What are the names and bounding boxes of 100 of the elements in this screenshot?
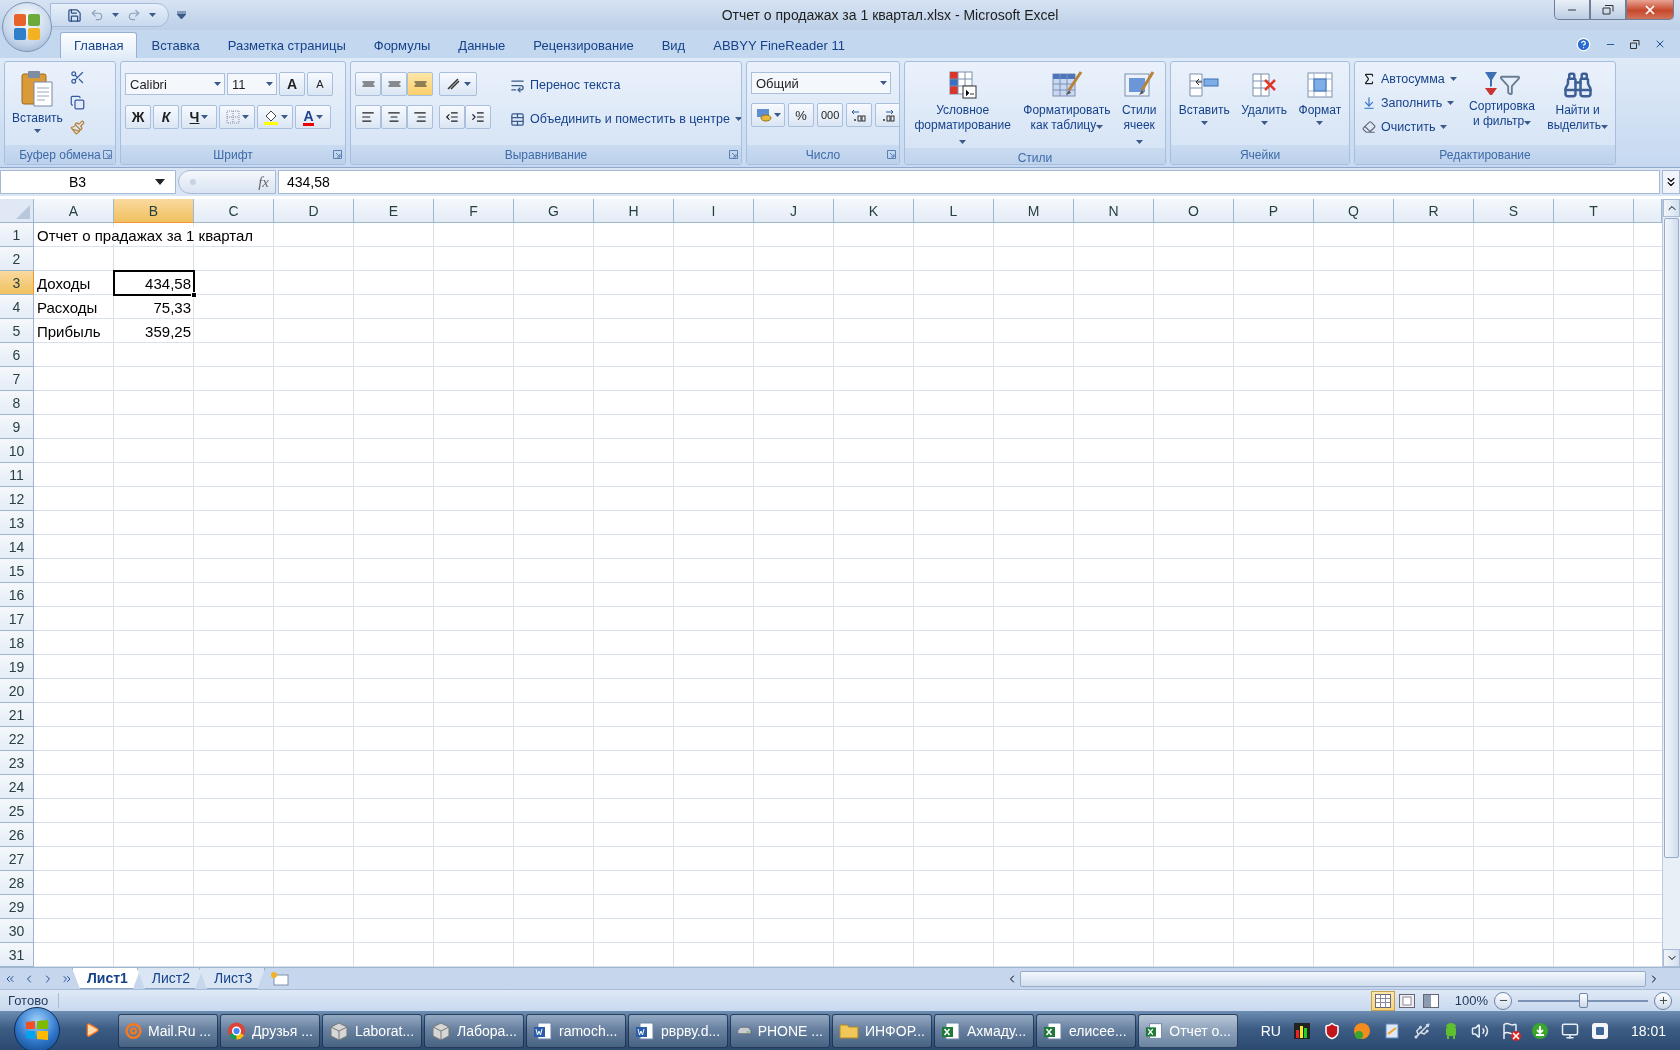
- usb-icon[interactable]: [1412, 1021, 1431, 1040]
- start-button[interactable]: [14, 1007, 60, 1050]
- taskbar-button[interactable]: рврву.d...: [628, 1013, 728, 1048]
- row-header[interactable]: 26: [0, 823, 34, 847]
- column-header[interactable]: R: [1394, 199, 1474, 223]
- ribbon-tab[interactable]: ABBYY FineReader 11: [699, 32, 859, 58]
- office-button[interactable]: [2, 2, 52, 52]
- row-header[interactable]: 23: [0, 751, 34, 775]
- zoom-slider-thumb[interactable]: [1579, 992, 1588, 1008]
- row-header[interactable]: 6: [0, 343, 34, 367]
- font-color-button[interactable]: A: [295, 105, 331, 129]
- column-header[interactable]: H: [594, 199, 674, 223]
- cells-button[interactable]: Удалить: [1238, 66, 1290, 145]
- column-header[interactable]: O: [1154, 199, 1234, 223]
- row-header[interactable]: 21: [0, 703, 34, 727]
- scroll-up-button[interactable]: [1663, 199, 1680, 217]
- grow-font-button[interactable]: A: [279, 72, 305, 96]
- align-center-button[interactable]: [381, 105, 407, 129]
- taskbar-button[interactable]: ramoch...: [526, 1013, 626, 1048]
- taskbar-button[interactable]: ИНФОР...: [832, 1013, 932, 1048]
- taskbar-button[interactable]: Друзья ...: [220, 1013, 320, 1048]
- zoom-in-button[interactable]: [1654, 991, 1672, 1010]
- volume-icon[interactable]: [1470, 1021, 1489, 1040]
- styles-button[interactable]: Стили ячеек: [1117, 66, 1161, 148]
- row-header[interactable]: 7: [0, 367, 34, 391]
- office-logo-icon[interactable]: [12, 12, 42, 42]
- ribbon-tab[interactable]: Формулы: [359, 32, 445, 58]
- flag-error-icon[interactable]: [1500, 1021, 1519, 1040]
- percent-button[interactable]: %: [788, 103, 814, 127]
- shield-icon[interactable]: [1322, 1021, 1341, 1040]
- column-header[interactable]: Q: [1314, 199, 1394, 223]
- minimize-button[interactable]: [1554, 0, 1590, 20]
- fill-color-button[interactable]: [257, 105, 293, 129]
- row-header[interactable]: 22: [0, 727, 34, 751]
- column-header[interactable]: P: [1234, 199, 1314, 223]
- row-header[interactable]: 17: [0, 607, 34, 631]
- column-header[interactable]: G: [514, 199, 594, 223]
- scroll-down-button[interactable]: [1663, 949, 1680, 967]
- row-header[interactable]: 19: [0, 655, 34, 679]
- ribbon-tab[interactable]: Вид: [647, 32, 700, 58]
- thousands-button[interactable]: 000: [817, 103, 844, 127]
- zoom-out-button[interactable]: [1494, 991, 1512, 1010]
- row-header[interactable]: 30: [0, 919, 34, 943]
- row-header[interactable]: 13: [0, 511, 34, 535]
- wrap-text-button[interactable]: Перенос текста: [507, 74, 741, 96]
- clipboard-icon[interactable]: [20, 70, 55, 108]
- ribbon-tab[interactable]: Вставка: [137, 32, 214, 58]
- view-button[interactable]: [1370, 990, 1395, 1011]
- decrease-indent-button[interactable]: [439, 105, 465, 129]
- insert-function-button[interactable]: fx: [178, 170, 276, 194]
- name-box[interactable]: B3: [0, 170, 176, 194]
- align-right-button[interactable]: [407, 105, 433, 129]
- taskbar-button[interactable]: Лабора...: [424, 1013, 524, 1048]
- column-header[interactable]: T: [1554, 199, 1634, 223]
- row-header[interactable]: 10: [0, 439, 34, 463]
- currency-button[interactable]: [751, 103, 785, 127]
- selected-cell[interactable]: 434,58: [114, 271, 194, 295]
- cells-button[interactable]: Формат: [1295, 66, 1345, 145]
- column-header[interactable]: F: [434, 199, 514, 223]
- save-icon[interactable]: [67, 7, 82, 23]
- underline-button[interactable]: Ч: [181, 105, 217, 129]
- scissors-icon[interactable]: [69, 70, 85, 85]
- row-header[interactable]: 11: [0, 463, 34, 487]
- row-header[interactable]: 16: [0, 583, 34, 607]
- format-painter-icon[interactable]: [69, 120, 85, 135]
- orientation-button[interactable]: [439, 72, 477, 96]
- formula-field[interactable]: 434,58: [278, 170, 1660, 194]
- scrollbar-thumb[interactable]: [1664, 218, 1679, 858]
- paste-button[interactable]: Вставить: [9, 66, 66, 145]
- column-header[interactable]: E: [354, 199, 434, 223]
- column-header[interactable]: B: [114, 199, 194, 223]
- copy-icon[interactable]: [69, 95, 85, 110]
- taskbar-button[interactable]: Laborat...: [322, 1013, 422, 1048]
- row-header[interactable]: 14: [0, 535, 34, 559]
- font-size-field[interactable]: 11: [227, 73, 277, 95]
- row-header[interactable]: 24: [0, 775, 34, 799]
- row-header[interactable]: 31: [0, 943, 34, 967]
- increase-indent-button[interactable]: [465, 105, 491, 129]
- table-cell[interactable]: 75,33: [114, 295, 194, 319]
- number-format-field[interactable]: Общий: [751, 72, 891, 94]
- expand-formula-button[interactable]: [1662, 170, 1680, 194]
- table-cell[interactable]: 359,25: [114, 319, 194, 343]
- row-header[interactable]: 12: [0, 487, 34, 511]
- row-header[interactable]: 27: [0, 847, 34, 871]
- ribbon-tab[interactable]: Данные: [444, 32, 520, 58]
- dialog-launcher-icon[interactable]: [333, 150, 342, 159]
- italic-button[interactable]: К: [153, 105, 179, 129]
- clock[interactable]: 18:01: [1630, 1022, 1666, 1039]
- vertical-align-button[interactable]: [407, 72, 433, 96]
- row-header[interactable]: 18: [0, 631, 34, 655]
- bold-button[interactable]: Ж: [125, 105, 151, 129]
- column-header[interactable]: D: [274, 199, 354, 223]
- dialog-launcher-icon[interactable]: [887, 150, 896, 159]
- editing-button[interactable]: Сортировка и фильтр: [1466, 66, 1538, 145]
- styles-button[interactable]: Форматировать как таблицу: [1020, 66, 1114, 148]
- row-header[interactable]: 9: [0, 415, 34, 439]
- row-header[interactable]: 28: [0, 871, 34, 895]
- styles-button[interactable]: Условное форматирование: [909, 66, 1017, 148]
- column-header[interactable]: K: [834, 199, 914, 223]
- row-header[interactable]: 8: [0, 391, 34, 415]
